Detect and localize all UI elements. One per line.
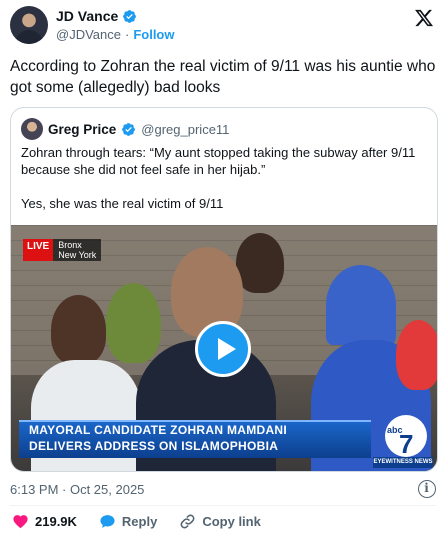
author-name[interactable]: JD Vance xyxy=(56,8,118,24)
tweet-text: According to Zohran the real victim of 9… xyxy=(10,58,436,96)
quote-author-name: Greg Price xyxy=(48,121,117,137)
video-figure xyxy=(51,295,106,365)
action-bar: 219.9K Reply Copy link xyxy=(12,513,283,530)
location-line: New York xyxy=(58,250,97,260)
reply-label: Reply xyxy=(121,514,158,529)
reply-bubble-icon xyxy=(100,515,115,528)
heart-icon xyxy=(13,515,28,529)
quote-author-avatar xyxy=(21,118,43,140)
copy-link-button[interactable]: Copy link xyxy=(179,513,261,530)
tweet-header: JD Vance @JDVance · Follow xyxy=(10,6,436,46)
author-handle[interactable]: @JDVance xyxy=(56,27,121,42)
quote-author-handle: @greg_price11 xyxy=(141,121,230,137)
divider xyxy=(10,505,436,506)
quoted-tweet[interactable]: Greg Price @greg_price11 Zohran through … xyxy=(10,107,438,472)
like-count: 219.9K xyxy=(35,514,77,529)
live-label: LIVE xyxy=(23,239,54,261)
verified-badge-icon xyxy=(122,122,136,136)
location-line: Bronx xyxy=(58,240,82,250)
location-label: Bronx New York xyxy=(53,239,102,261)
video-figure xyxy=(106,283,161,363)
like-button[interactable]: 219.9K xyxy=(12,513,77,530)
tweet-timestamp[interactable]: 6:13 PM · Oct 25, 2025 xyxy=(10,482,144,497)
live-badge: LIVE Bronx New York xyxy=(23,239,102,261)
quote-header: Greg Price @greg_price11 xyxy=(21,118,229,140)
author-handle-row: @JDVance · Follow xyxy=(56,27,175,42)
follow-button[interactable]: Follow xyxy=(133,27,174,42)
abc7-logo-icon: abc 7 xyxy=(385,415,427,459)
link-icon xyxy=(180,514,195,529)
video-figure xyxy=(396,320,437,390)
video-player[interactable]: LIVE Bronx New York MAYORAL CANDIDATE ZO… xyxy=(11,225,437,471)
play-icon[interactable] xyxy=(195,321,251,377)
reply-button[interactable]: Reply xyxy=(99,513,157,530)
chyron-line: DELIVERS ADDRESS ON ISLAMOPHOBIA xyxy=(29,439,279,453)
video-figure xyxy=(326,265,396,345)
video-figure xyxy=(236,233,284,293)
x-logo-icon[interactable] xyxy=(414,8,434,28)
author-name-row: JD Vance xyxy=(56,8,137,24)
verified-badge-icon xyxy=(123,9,137,23)
author-avatar[interactable] xyxy=(10,6,48,44)
info-icon[interactable] xyxy=(418,480,436,498)
news-chyron: MAYORAL CANDIDATE ZOHRAN MAMDANI DELIVER… xyxy=(19,420,371,458)
separator-dot: · xyxy=(124,27,130,42)
chyron-line: MAYORAL CANDIDATE ZOHRAN MAMDANI xyxy=(29,423,288,437)
quote-text: Zohran through tears: “My aunt stopped t… xyxy=(21,144,427,212)
quote-text-paragraph: Zohran through tears: “My aunt stopped t… xyxy=(21,145,416,177)
quote-text-paragraph: Yes, she was the real victim of 9/11 xyxy=(21,196,224,211)
svg-text:7: 7 xyxy=(399,429,413,459)
copy-link-label: Copy link xyxy=(202,514,261,529)
station-tag: EYEWITNESS NEWS xyxy=(373,457,433,468)
